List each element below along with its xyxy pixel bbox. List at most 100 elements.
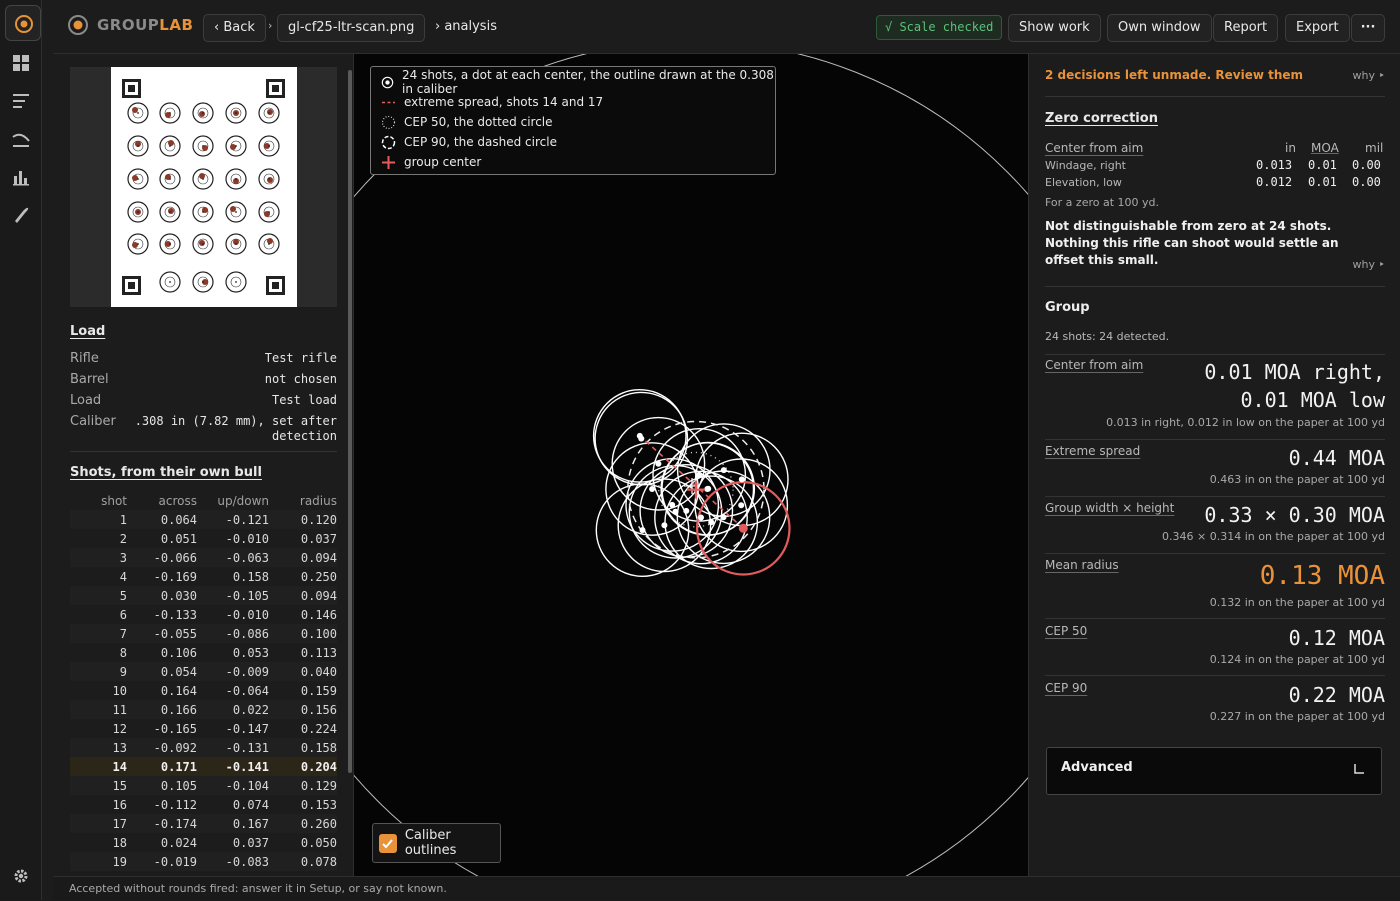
cell-across: -0.112 <box>153 797 197 812</box>
settings-icon[interactable] <box>11 866 31 886</box>
export-button[interactable]: Export <box>1285 14 1350 42</box>
back-button[interactable]: ‹ Back <box>203 14 266 42</box>
zero-col-in: in <box>1285 141 1296 155</box>
table-row[interactable]: 4 -0.169 0.158 0.250 <box>70 567 337 586</box>
table-row[interactable]: 3 -0.066 -0.063 0.094 <box>70 548 337 567</box>
left-panel-scrollbar[interactable] <box>348 70 352 773</box>
table-row[interactable]: 14 0.171 -0.141 0.204 <box>70 757 337 776</box>
advanced-section[interactable]: Advanced <box>1046 747 1382 795</box>
shot-dot <box>636 432 643 439</box>
metric-spread-sub: 0.463 in on the paper at 100 yd <box>1209 473 1385 486</box>
brand: GROUPLAB <box>67 14 193 36</box>
cell-across: 0.106 <box>160 645 197 660</box>
zero-verdict-line3: offset this small. <box>1045 253 1159 267</box>
cell-updown: -0.010 <box>225 531 269 546</box>
shot-dot <box>738 476 745 483</box>
table-row[interactable]: 16 -0.112 0.074 0.153 <box>70 795 337 814</box>
group-detected: 24 shots: 24 detected. <box>1045 330 1170 343</box>
cell-updown: 0.037 <box>232 835 269 850</box>
cell-updown: -0.063 <box>197 548 269 567</box>
cell-across: 0.064 <box>127 510 197 529</box>
load-section-title: Load <box>70 324 106 339</box>
caliber-outlines-checkbox[interactable] <box>379 833 397 853</box>
cell-radius: 0.224 <box>300 721 337 736</box>
group-plot[interactable]: 24 shots, a dot at each center, the outl… <box>353 54 1029 876</box>
cell-shot: 6 <box>119 607 127 622</box>
table-row[interactable]: 18 0.024 0.037 0.050 <box>70 833 337 852</box>
brand-name: GROUPLAB <box>97 16 193 34</box>
right-panel: 2 decisions left unmade. Review them why… <box>1030 54 1400 876</box>
elevation-label: Elevation, low <box>1045 176 1122 189</box>
caliber-value-line2: detection <box>271 429 337 443</box>
decisions-link[interactable]: 2 decisions left unmade. Review them <box>1045 68 1303 82</box>
table-row[interactable]: 1 0.064 -0.121 0.120 <box>70 510 337 529</box>
bullet-icon[interactable] <box>11 205 31 225</box>
metric-cep50-label: CEP 50 <box>1045 624 1088 638</box>
table-row[interactable]: 6 -0.133 -0.010 0.146 <box>70 605 337 624</box>
table-row[interactable]: 8 0.106 0.053 0.113 <box>70 643 337 662</box>
cell-radius: 0.094 <box>269 548 337 567</box>
legend-label: CEP 50, the dotted circle <box>404 115 553 129</box>
report-button[interactable]: Report <box>1213 14 1279 42</box>
shot-dot-icon <box>381 76 394 88</box>
cell-updown: -0.009 <box>197 662 269 681</box>
target-sheet-image <box>111 67 297 307</box>
cell-shot: 9 <box>70 662 127 681</box>
cell-radius: 0.037 <box>300 531 337 546</box>
own-window-button[interactable]: Own window <box>1107 14 1212 42</box>
table-row[interactable]: 7 -0.055 -0.086 0.100 <box>70 624 337 643</box>
cell-shot: 7 <box>70 624 127 643</box>
divider <box>1045 439 1385 440</box>
dotted-circle-icon <box>381 115 396 129</box>
shots-section-title: Shots, from their own bull <box>70 465 262 480</box>
why-link-zero[interactable]: why ‣ <box>1353 258 1385 271</box>
cell-updown: -0.141 <box>197 757 269 776</box>
file-button[interactable]: gl-cf25-ltr-scan.png <box>277 14 426 42</box>
legend-item-cep90: CEP 90, the dashed circle <box>381 132 557 152</box>
cell-radius: 0.153 <box>300 797 337 812</box>
barrel-label: Barrel <box>70 372 109 387</box>
table-row[interactable]: 12 -0.165 -0.147 0.224 <box>70 719 337 738</box>
cell-updown: -0.121 <box>197 510 269 529</box>
scan-thumbnail[interactable] <box>70 67 337 307</box>
table-row[interactable]: 15 0.105 -0.104 0.129 <box>70 776 337 795</box>
caliber-outlines-toggle[interactable]: Caliber outlines <box>372 823 501 863</box>
legend-label: extreme spread, shots 14 and 17 <box>404 95 604 109</box>
table-row[interactable]: 11 0.166 0.022 0.156 <box>70 700 337 719</box>
table-row[interactable]: 13 -0.092 -0.131 0.158 <box>70 738 337 757</box>
table-row[interactable]: 10 0.164 -0.064 0.159 <box>70 681 337 700</box>
dashboard-icon[interactable] <box>11 53 31 73</box>
legend-item-shots: 24 shots, a dot at each center, the outl… <box>381 68 775 96</box>
cell-across: -0.169 <box>153 569 197 584</box>
target-logo-icon[interactable] <box>5 5 41 41</box>
table-row[interactable]: 5 0.030 -0.105 0.094 <box>70 586 337 605</box>
metric-mean-radius-sub: 0.132 in on the paper at 100 yd <box>1209 596 1385 609</box>
group-title: Group <box>1045 300 1090 315</box>
curve-icon[interactable] <box>11 129 31 149</box>
bar-chart-icon[interactable] <box>11 167 31 187</box>
shot-dot <box>639 527 646 534</box>
table-row[interactable]: 17 -0.174 0.167 0.260 <box>70 814 337 833</box>
list-icon[interactable] <box>11 91 31 111</box>
metric-cep90-value: 0.22 MOA <box>1288 683 1385 707</box>
cell-updown: -0.104 <box>197 776 269 795</box>
cell-updown: 0.167 <box>197 814 269 833</box>
show-work-button[interactable]: Show work <box>1008 14 1101 42</box>
checkmark-icon <box>382 838 394 848</box>
brand-name-part2: LAB <box>159 16 194 34</box>
table-row[interactable]: 9 0.054 -0.009 0.040 <box>70 662 337 681</box>
table-row[interactable]: 19 -0.019 -0.083 0.078 <box>70 852 337 871</box>
more-menu-button[interactable]: ··· <box>1351 14 1385 42</box>
table-row[interactable]: 2 0.051 -0.010 0.037 <box>70 529 337 548</box>
cell-radius: 0.129 <box>269 776 337 795</box>
cell-across: -0.092 <box>127 738 197 757</box>
shot-dot <box>708 519 715 526</box>
cell-radius: 0.100 <box>269 624 337 643</box>
expand-corner-icon <box>1354 764 1364 774</box>
cell-across: -0.174 <box>127 814 197 833</box>
advanced-label: Advanced <box>1061 760 1133 775</box>
why-link-decisions[interactable]: why ‣ <box>1353 69 1385 82</box>
cell-updown: -0.010 <box>225 607 269 622</box>
zero-center-from-aim-label: Center from aim <box>1045 141 1144 155</box>
divider <box>70 451 337 452</box>
